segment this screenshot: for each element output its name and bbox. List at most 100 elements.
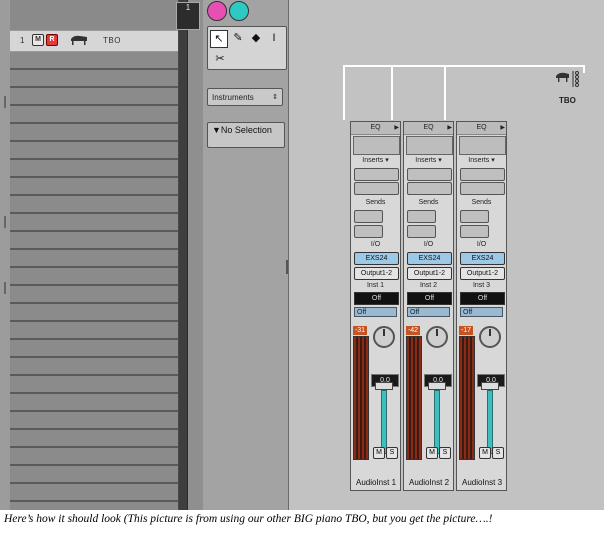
insert-slot[interactable] [407, 182, 452, 195]
pink-tool-button[interactable] [207, 1, 227, 21]
send-slot[interactable] [354, 225, 383, 238]
playhead-marker[interactable]: 1 [176, 2, 200, 30]
figure-caption: Here’s how it should look (This picture … [4, 513, 493, 525]
output-slot[interactable]: Output1-2 [354, 267, 399, 280]
selection-panel[interactable]: ▼No Selection [207, 122, 285, 148]
scissors-tool-icon[interactable]: ✂ [212, 51, 228, 67]
automation-display[interactable]: Off [354, 292, 399, 305]
io-label: I/O [370, 241, 381, 248]
solo-button[interactable]: S [386, 447, 398, 459]
input-slot[interactable]: EXS24 [460, 252, 505, 265]
insert-slot[interactable] [407, 168, 452, 181]
output-slot[interactable]: Output1-2 [407, 267, 452, 280]
view-select-value: Instruments [212, 93, 254, 102]
mute-button[interactable]: M [479, 447, 491, 459]
gutter-marker [4, 216, 6, 228]
routing-wire [343, 65, 345, 120]
arrange-strip [179, 0, 187, 510]
input-slot[interactable]: EXS24 [407, 252, 452, 265]
eq-display[interactable] [406, 136, 453, 155]
fader-cap[interactable] [428, 382, 446, 390]
eraser-tool-icon[interactable]: ◆ [248, 30, 264, 46]
automation-mode-select[interactable]: Off [354, 307, 397, 317]
insert-slot[interactable] [460, 168, 505, 181]
teal-tool-button[interactable] [229, 1, 249, 21]
instrument-label: Inst 2 [419, 282, 438, 289]
track-record-button[interactable]: R [46, 34, 58, 46]
io-label: I/O [476, 241, 487, 248]
channel-name: AudioInst 3 [461, 478, 503, 487]
automation-mode-select[interactable]: Off [407, 307, 450, 317]
arrow-icon: ▶ [394, 125, 399, 131]
resize-handle[interactable] [286, 260, 288, 274]
eq-header[interactable]: EQ ▶ [457, 122, 506, 135]
logic-screenshot: 1 M R TBO 1 ↖ ✎ ◆ I ✂ Instruments ⇕ ▼No … [0, 0, 604, 510]
send-slot[interactable] [354, 210, 383, 223]
eq-header[interactable]: EQ ▶ [351, 122, 400, 135]
empty-track-rows [10, 52, 178, 510]
solo-button[interactable]: S [439, 447, 451, 459]
sends-label: Sends [471, 199, 492, 206]
gutter-marker [4, 96, 6, 108]
fader-cap[interactable] [481, 382, 499, 390]
pan-knob[interactable] [426, 326, 448, 348]
instrument-label: Inst 1 [366, 282, 385, 289]
eq-display[interactable] [459, 136, 506, 155]
mute-button[interactable]: M [426, 447, 438, 459]
track-row[interactable]: 1 M R TBO [10, 30, 178, 52]
routing-wire [391, 65, 393, 120]
pan-knob[interactable] [373, 326, 395, 348]
automation-display[interactable]: Off [460, 292, 505, 305]
track-list-header [10, 0, 178, 30]
io-label: I/O [423, 241, 434, 248]
insert-slot[interactable] [354, 168, 399, 181]
gutter-marker [4, 282, 6, 294]
channel-strip: EQ ▶ Inserts ▾ Sends I/O EXS24 Output1-2 … [456, 121, 507, 491]
level-meter [353, 336, 369, 460]
routing-wire [444, 65, 446, 120]
send-slot[interactable] [407, 225, 436, 238]
send-slot[interactable] [460, 225, 489, 238]
volume-fader[interactable] [434, 390, 440, 454]
track-list: 1 M R TBO [0, 0, 179, 510]
pan-knob[interactable] [479, 326, 501, 348]
level-meter [459, 336, 475, 460]
track-name: TBO [103, 36, 121, 45]
automation-mode-select[interactable]: Off [460, 307, 503, 317]
input-slot[interactable]: EXS24 [354, 252, 399, 265]
volume-fader[interactable] [487, 390, 493, 454]
fader-cap[interactable] [375, 382, 393, 390]
output-slot[interactable]: Output1-2 [460, 267, 505, 280]
eq-header[interactable]: EQ ▶ [404, 122, 453, 135]
updown-arrow-icon: ⇕ [272, 94, 278, 101]
piano-icon [556, 71, 579, 87]
sends-label: Sends [365, 199, 386, 206]
routing-wire [343, 65, 583, 67]
text-tool-icon[interactable]: I [266, 30, 282, 46]
arrow-icon: ▶ [500, 125, 505, 131]
pointer-tool-icon[interactable]: ↖ [210, 30, 228, 48]
send-slot[interactable] [460, 210, 489, 223]
instrument-label: Inst 3 [472, 282, 491, 289]
track-mute-button[interactable]: M [32, 34, 44, 46]
track-number: 1 [20, 36, 25, 45]
piano-icon [71, 35, 87, 45]
send-slot[interactable] [407, 210, 436, 223]
peak-indicator[interactable]: -42 [406, 326, 420, 335]
pencil-tool-icon[interactable]: ✎ [230, 30, 246, 46]
solo-button[interactable]: S [492, 447, 504, 459]
view-select[interactable]: Instruments ⇕ [207, 88, 283, 106]
eq-display[interactable] [353, 136, 400, 155]
inserts-label[interactable]: Inserts ▾ [351, 156, 400, 164]
inserts-label[interactable]: Inserts ▾ [404, 156, 453, 164]
mute-button[interactable]: M [373, 447, 385, 459]
inserts-label[interactable]: Inserts ▾ [457, 156, 506, 164]
peak-indicator[interactable]: -31 [353, 326, 367, 335]
volume-fader[interactable] [381, 390, 387, 454]
insert-slot[interactable] [460, 182, 505, 195]
peak-indicator[interactable]: -17 [459, 326, 473, 335]
environment-object[interactable] [555, 70, 585, 88]
sends-label: Sends [418, 199, 439, 206]
insert-slot[interactable] [354, 182, 399, 195]
automation-display[interactable]: Off [407, 292, 452, 305]
